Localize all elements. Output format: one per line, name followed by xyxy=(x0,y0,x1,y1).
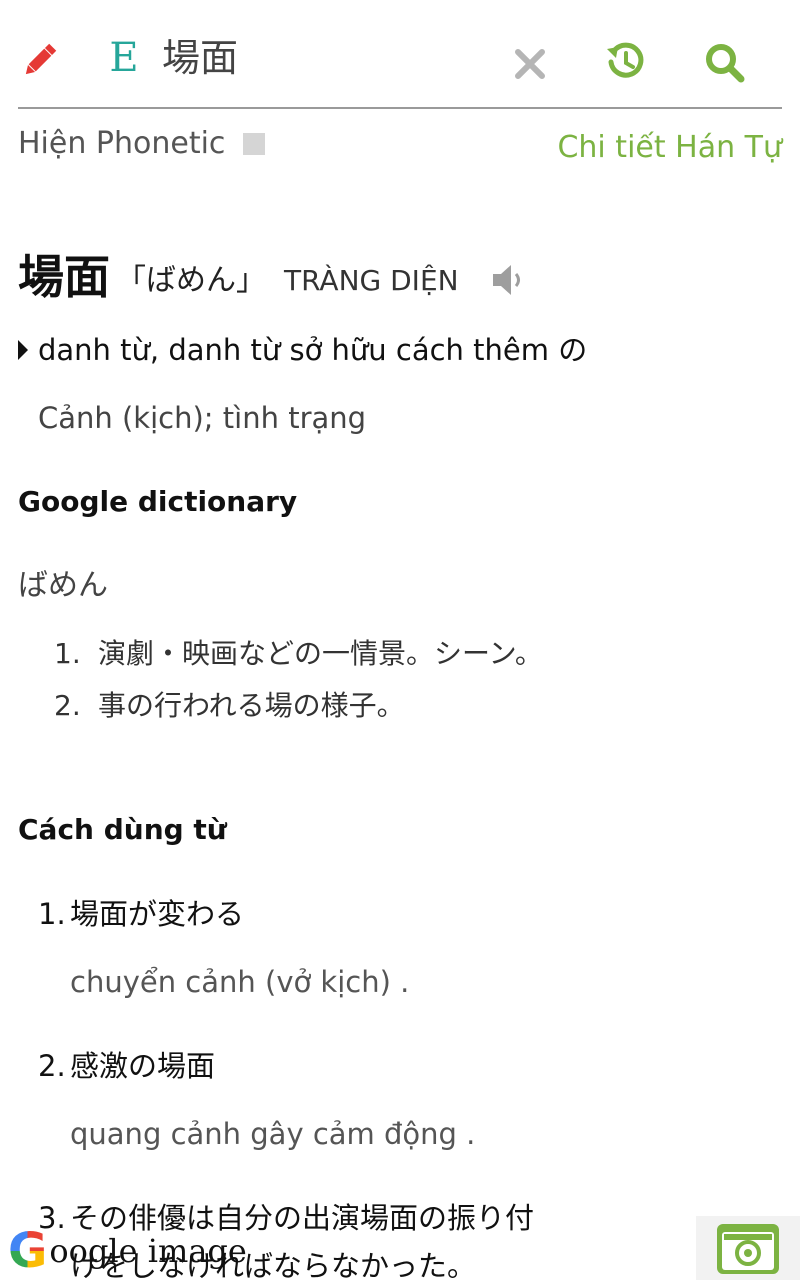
google-dictionary-definitions: 1. 演劇・映画などの一情景。シーン。 2. 事の行われる場の様子。 xyxy=(54,632,543,736)
search-icon[interactable] xyxy=(700,38,748,86)
reading: 「ばめん」 xyxy=(116,263,266,298)
list-item: 2. 事の行われる場の様子。 xyxy=(54,684,543,736)
list-number: 1. xyxy=(54,637,81,670)
usage-japanese: 感激の場面 xyxy=(70,1049,216,1083)
usage-translation: chuyển cảnh (vở kịch) . xyxy=(70,965,410,999)
usage-number: 2. xyxy=(38,1049,66,1083)
meaning: Cảnh (kịch); tình trạng xyxy=(38,401,367,435)
usage-japanese: 場面が変わる xyxy=(70,897,245,931)
definition-text: 事の行われる場の様子。 xyxy=(98,689,405,722)
usage-example: 1. 場面が変わる chuyển cảnh (vở kịch) . xyxy=(38,894,409,1002)
camera-button[interactable] xyxy=(696,1216,800,1280)
kanji-detail-link[interactable]: Chi tiết Hán Tự xyxy=(557,130,782,166)
edit-pencil-icon[interactable] xyxy=(18,38,62,82)
clear-icon[interactable] xyxy=(506,42,554,86)
entry-header: 場面 「ばめん」 TRÀNG DIỆN xyxy=(18,248,529,306)
speaker-icon[interactable] xyxy=(489,260,529,300)
usage-example: 2. 感激の場面 quang cảnh gây cảm động . xyxy=(38,1046,475,1154)
google-g-icon: G xyxy=(8,1223,48,1279)
phonetic-toggle[interactable]: Hiện Phonetic xyxy=(18,126,266,162)
list-number: 2. xyxy=(54,689,81,722)
search-input[interactable]: 場面 xyxy=(162,30,238,86)
google-image-button[interactable]: G oogle image xyxy=(8,1222,247,1280)
language-badge[interactable]: E xyxy=(104,34,144,82)
usage-translation: quang cảnh gây cảm động . xyxy=(70,1117,476,1151)
list-item: 1. 演劇・映画などの一情景。シーン。 xyxy=(54,632,543,684)
part-of-speech: danh từ, danh từ sở hữu cách thêm の xyxy=(18,330,587,370)
google-dictionary-title: Google dictionary xyxy=(18,485,298,518)
phonetic-checkbox[interactable] xyxy=(243,133,266,155)
expand-triangle-icon xyxy=(18,340,28,360)
camera-icon xyxy=(717,1224,779,1274)
google-image-label: oogle image xyxy=(49,1232,247,1270)
phonetic-label: Hiện Phonetic xyxy=(18,126,226,161)
part-of-speech-text: danh từ, danh từ sở hữu cách thêm の xyxy=(38,333,588,367)
history-icon[interactable] xyxy=(602,38,650,86)
usage-title: Cách dùng từ xyxy=(18,813,227,846)
usage-number: 1. xyxy=(38,897,66,931)
google-dictionary-reading: ばめん xyxy=(18,568,108,603)
hanviet: TRÀNG DIỆN xyxy=(284,264,459,297)
definition-text: 演劇・映画などの一情景。シーン。 xyxy=(98,637,543,670)
headword: 場面 xyxy=(18,250,110,304)
